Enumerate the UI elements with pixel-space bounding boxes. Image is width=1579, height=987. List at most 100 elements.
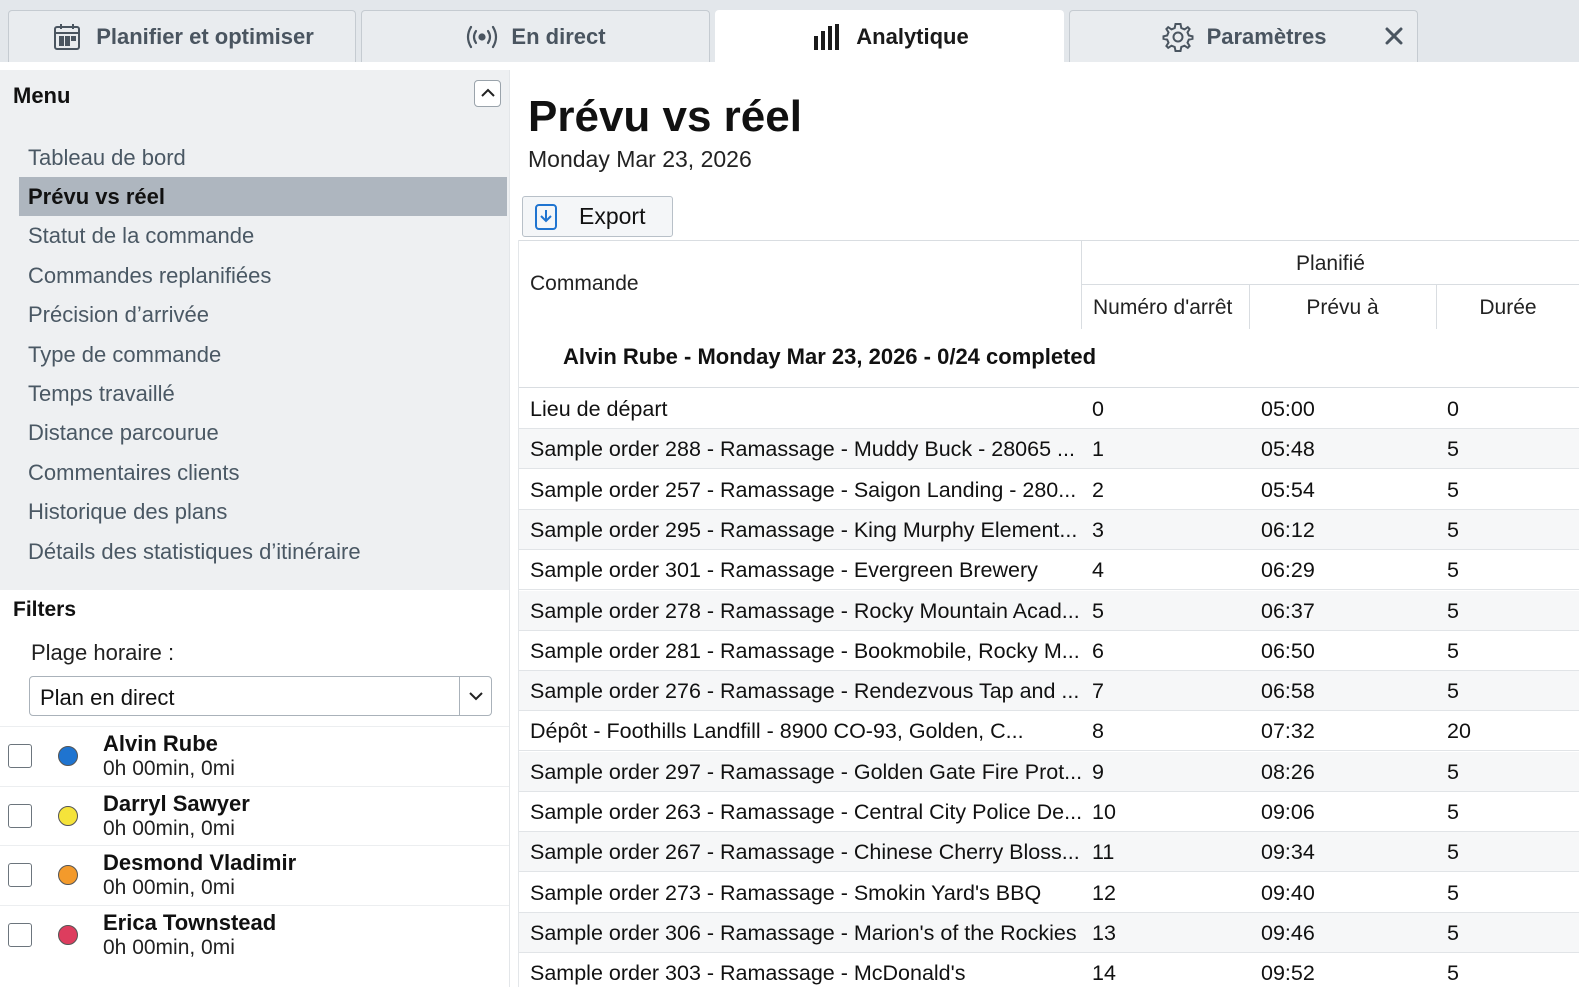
cell-numero-arret: 14 [1092,961,1116,986]
cell-numero-arret: 8 [1092,719,1104,744]
cell-duree: 5 [1447,598,1459,623]
driver-color-dot [58,865,78,885]
filters-title: Filters [13,598,77,621]
tab-en-direct[interactable]: En direct [361,10,710,62]
cell-duree: 5 [1447,517,1459,542]
driver-checkbox[interactable] [8,922,32,947]
cell-commande: Sample order 273 - Ramassage - Smokin Ya… [530,880,1042,905]
collapse-menu-button[interactable] [474,80,501,107]
export-button[interactable]: Export [522,196,673,237]
table-row[interactable]: Sample order 297 - Ramassage - Golden Ga… [519,751,1579,792]
header-prevu-a[interactable]: Prévu à [1249,296,1436,320]
page-title: Prévu vs réel [528,92,802,141]
driver-color-dot [58,924,78,945]
bar-chart-icon [810,20,844,54]
header-duree[interactable]: Durée [1436,296,1579,320]
menu-item[interactable]: Commentaires clients [19,453,507,492]
cell-commande: Dépôt - Foothills Landfill - 8900 CO-93,… [530,719,1024,744]
driver-stats: 0h 00min, 0mi [103,935,235,959]
menu-item[interactable]: Précision d’arrivée [19,296,507,335]
close-icon[interactable] [1381,23,1407,49]
chevron-down-icon [459,677,491,715]
tab-analytique[interactable]: Analytique [715,10,1064,62]
table-row[interactable]: Sample order 288 - Ramassage - Muddy Buc… [519,429,1579,470]
tab-label: Analytique [856,23,969,49]
menu-item[interactable]: Historique des plans [19,493,507,532]
menu-item[interactable]: Distance parcourue [19,414,507,453]
cell-numero-arret: 10 [1092,800,1116,824]
driver-checkbox[interactable] [8,863,32,887]
table-row[interactable]: Sample order 263 - Ramassage - Central C… [519,792,1579,832]
table-row[interactable]: Sample order 278 - Ramassage - Rocky Mou… [519,590,1579,631]
driver-row[interactable]: Darryl Sawyer 0h 00min, 0mi [0,785,509,845]
table-row[interactable]: Sample order 303 - Ramassage - McDonald'… [519,953,1579,987]
table-row[interactable]: Sample order 267 - Ramassage - Chinese C… [519,832,1579,873]
cell-commande: Sample order 303 - Ramassage - McDonald'… [530,961,966,986]
cell-commande: Sample order 288 - Ramassage - Muddy Buc… [530,437,1075,462]
table-row[interactable]: Lieu de départ 0 05:00 0 [519,389,1579,429]
table-row[interactable]: Sample order 295 - Ramassage - King Murp… [519,509,1579,550]
cell-commande: Sample order 295 - Ramassage - King Murp… [530,517,1078,542]
table-row[interactable]: Dépôt - Foothills Landfill - 8900 CO-93,… [519,711,1579,752]
cell-prevu-a: 05:48 [1261,437,1315,462]
header-numero-arret[interactable]: Numéro d'arrêt [1093,296,1232,320]
table-row[interactable]: Sample order 306 - Ramassage - Marion's … [519,912,1579,953]
table-row[interactable]: Sample order 301 - Ramassage - Evergreen… [519,550,1579,591]
tab-label: En direct [511,23,606,49]
menu-item[interactable]: Commandes replanifiées [19,256,507,295]
cell-prevu-a: 05:00 [1261,397,1315,421]
cell-numero-arret: 0 [1092,397,1104,421]
menu-item[interactable]: Tableau de bord [19,138,507,177]
driver-color-dot [58,746,78,766]
cell-commande: Sample order 276 - Ramassage - Rendezvou… [530,679,1080,704]
menu-item[interactable]: Type de commande [19,335,507,374]
cell-commande: Sample order 306 - Ramassage - Marion's … [530,920,1077,945]
driver-row[interactable]: Erica Townstead 0h 00min, 0mi [0,904,509,964]
page-date: Monday Mar 23, 2026 [528,146,752,172]
cell-prevu-a: 05:54 [1261,477,1315,502]
cell-commande: Sample order 267 - Ramassage - Chinese C… [530,840,1080,865]
cell-duree: 5 [1447,759,1459,784]
cell-numero-arret: 12 [1092,880,1116,905]
gear-icon [1161,20,1195,54]
driver-checkbox[interactable] [8,803,32,828]
table-row[interactable]: Sample order 276 - Ramassage - Rendezvou… [519,671,1579,712]
menu-item[interactable]: Détails des statistiques d’itinéraire [19,532,507,571]
cell-numero-arret: 5 [1092,598,1104,623]
table-row[interactable]: Sample order 273 - Ramassage - Smokin Ya… [519,873,1579,913]
menu-item[interactable]: Temps travaillé [19,374,507,413]
cell-numero-arret: 1 [1092,437,1104,462]
cell-prevu-a: 07:32 [1261,719,1315,744]
top-tab-bar: Planifier et optimiser En direct Analyti… [0,0,1579,62]
driver-checkbox[interactable] [8,744,32,768]
time-range-select[interactable]: Plan en direct [29,676,492,716]
header-commande[interactable]: Commande [530,272,639,296]
driver-row[interactable]: Desmond Vladimir 0h 00min, 0mi [0,845,509,904]
cell-duree: 5 [1447,920,1459,945]
menu-item[interactable]: Statut de la commande [19,217,507,256]
sidebar: Menu Tableau de bord Prévu vs réel Statut … [0,70,510,987]
cell-duree: 0 [1447,397,1459,421]
driver-name: Alvin Rube [103,731,218,756]
cell-numero-arret: 13 [1092,920,1116,945]
table-row[interactable]: Sample order 281 - Ramassage - Bookmobil… [519,631,1579,671]
tab-parametres[interactable]: Paramètres [1069,10,1418,62]
menu-item[interactable]: Prévu vs réel [19,177,507,217]
cell-duree: 5 [1447,880,1459,905]
cell-numero-arret: 3 [1092,517,1104,542]
cell-prevu-a: 09:06 [1261,800,1315,824]
driver-group-row[interactable]: Alvin Rube - Monday Mar 23, 2026 - 0/24 … [519,329,1579,388]
tab-planifier[interactable]: Planifier et optimiser [8,10,356,62]
menu-title: Menu [13,83,71,108]
cell-numero-arret: 11 [1092,840,1115,865]
export-label: Export [579,203,646,229]
table-row[interactable]: Sample order 257 - Ramassage - Saigon La… [519,470,1579,510]
cell-commande: Sample order 257 - Ramassage - Saigon La… [530,477,1077,502]
driver-row[interactable]: Alvin Rube 0h 00min, 0mi [0,726,509,785]
driver-group-label: Alvin Rube - Monday Mar 23, 2026 - 0/24 … [563,344,1097,369]
cell-duree: 5 [1447,477,1459,502]
header-divider [1081,284,1579,285]
cell-duree: 5 [1447,558,1459,583]
driver-stats: 0h 00min, 0mi [103,876,235,899]
cell-numero-arret: 9 [1092,759,1104,784]
